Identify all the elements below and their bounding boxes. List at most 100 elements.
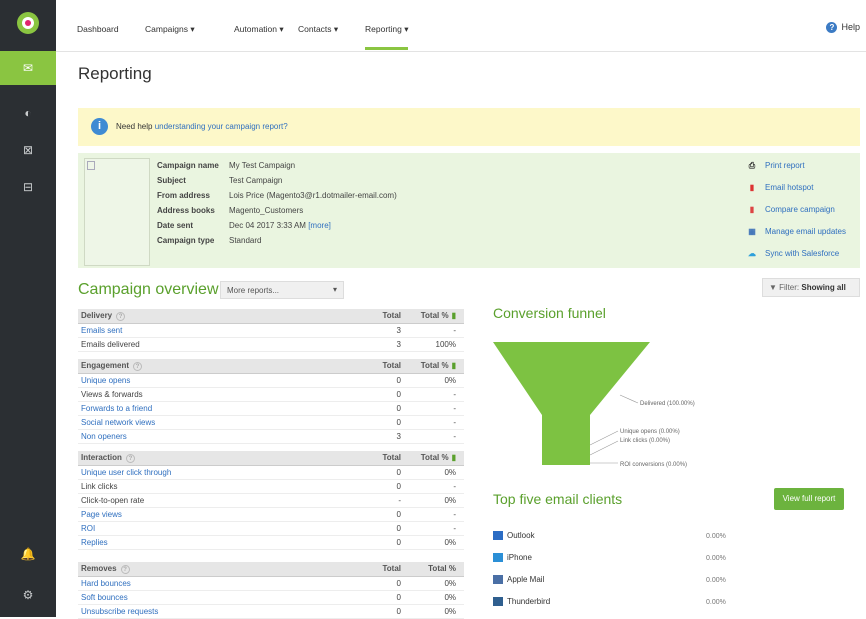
row-total: 0 [354,373,404,388]
campaign-thumbnail [84,158,150,266]
row-percent: 0% [404,576,464,591]
field-value: My Test Campaign [229,161,296,170]
row-label[interactable]: Emails sent [81,326,122,335]
sync-salesforce-link[interactable]: ☁ Sync with Salesforce [747,249,846,271]
column-header: Total [354,359,404,374]
nav-automation[interactable]: Automation ▾ [234,24,284,35]
client-name: Thunderbird [507,597,551,606]
field-value: Test Campaign [229,176,283,185]
calendar-icon: ▦ [748,227,756,236]
row-label: Click-to-open rate [81,495,145,505]
email-hotspot-link[interactable]: ▮ Email hotspot [747,183,846,205]
row-label[interactable]: Forwards to a friend [81,404,152,413]
row-percent: - [404,507,464,522]
nav-reporting[interactable]: Reporting ▾ [365,24,409,50]
stats-table-engagement: Engagement? Total Total % ▮ Unique opens 0 0% V… [78,359,464,444]
bar-chart-icon[interactable]: ▮ [452,453,456,462]
help-icon[interactable]: ? [116,311,126,321]
conversion-funnel-chart: Delivered (100.00%) Unique opens (0.00%)… [493,342,695,468]
row-label[interactable]: Page views [81,510,122,519]
row-total: 0 [354,590,404,605]
app-logo[interactable] [17,12,39,34]
funnel-heading: Conversion funnel [493,305,606,321]
more-link[interactable]: [more] [308,221,331,230]
row-label[interactable]: Replies [81,538,108,547]
row-label: Emails delivered [81,339,140,349]
field-value: Lois Price (Magento3@r1.dotmailer-email.… [229,191,397,200]
row-label[interactable]: Unique user click through [81,468,171,477]
row-total: 0 [354,576,404,591]
campaign-info-panel: Campaign name My Test Campaign Subject Tes… [78,153,860,268]
row-total: 0 [354,521,404,536]
row-percent: - [404,429,464,444]
stats-table-delivery: Delivery? Total Total % ▮ Emails sent 3- Email… [78,309,464,352]
table-row: Link clicks 0- [78,479,464,494]
row-label[interactable]: Unsubscribe requests [81,607,158,616]
stats-table-removes: Removes? Total Total % Hard bounces 0 0% Soft … [78,562,464,619]
field-value: Magento_Customers [229,206,304,215]
banner-link[interactable]: understanding your campaign report? [155,122,288,131]
table-row: Unsubscribe requests 0 0% [78,604,464,619]
row-percent: - [404,401,464,416]
nav-dashboard[interactable]: Dashboard [77,24,119,34]
row-total: 0 [354,465,404,480]
table-row: Unique opens 0 0% [78,373,464,388]
table-row: Soft bounces 0 0% [78,590,464,605]
row-label[interactable]: ROI [81,524,95,533]
layout-icon[interactable]: ⊠ [0,133,56,167]
client-percent: 0.00% [706,533,726,540]
campaign-actions: ⎙ Print report ▮ Email hotspot ▮ Compare ca… [747,161,846,271]
column-header: Total % ▮ [404,451,464,466]
pie-chart-icon[interactable]: ◐ [0,96,56,130]
help-icon[interactable]: ? [120,564,130,574]
more-reports-dropdown[interactable]: More reports... [220,281,344,299]
row-label[interactable]: Unique opens [81,376,130,385]
client-percent: 0.00% [706,555,726,562]
row-total: 0 [354,415,404,430]
compare-icon: ▮ [749,205,755,214]
client-name: iPhone [507,553,532,562]
row-percent: 0% [404,604,464,619]
compare-campaign-link[interactable]: ▮ Compare campaign [747,205,846,227]
manage-updates-link[interactable]: ▦ Manage email updates [747,227,846,249]
row-label[interactable]: Social network views [81,418,155,427]
action-label: Email hotspot [765,183,814,192]
row-label[interactable]: Non openers [81,432,127,441]
clients-heading: Top five email clients [493,491,623,507]
field-value: Dec 04 2017 3:33 AM [229,221,306,230]
report-icon[interactable]: ⊟ [0,170,56,204]
bell-icon[interactable]: 🔔 [0,537,56,571]
section-name: Interaction [81,452,122,462]
row-total: 3 [354,337,404,352]
user-settings-icon[interactable]: ⚙ [0,578,56,612]
iphone-icon [493,553,503,563]
help-icon[interactable]: ? [133,361,143,371]
view-full-report-button[interactable]: View full report [774,488,844,510]
table-header: Interaction? Total Total % ▮ [78,451,464,466]
bar-chart-icon[interactable]: ▮ [452,311,456,320]
column-header: Total [354,451,404,466]
nav-campaigns[interactable]: Campaigns ▾ [145,24,195,35]
help-icon[interactable]: ? [125,453,135,463]
row-percent: 0% [404,535,464,550]
nav-contacts[interactable]: Contacts ▾ [298,24,338,35]
table-row: Views & forwards 0- [78,387,464,402]
overview-heading: Campaign overview [78,281,219,298]
row-total: 3 [354,429,404,444]
email-client-item: Thunderbird [493,597,551,607]
row-total: 0 [354,387,404,402]
row-total: 0 [354,401,404,416]
column-header: Total [354,562,404,577]
row-total: 0 [354,479,404,494]
column-header: Total [354,309,404,324]
help-link[interactable]: ? Help [826,22,860,33]
field-label: Campaign type [157,236,215,245]
bar-chart-icon[interactable]: ▮ [452,361,456,370]
table-row: Forwards to a friend 0- [78,401,464,416]
outlook-icon [493,531,503,541]
print-report-link[interactable]: ⎙ Print report [747,161,846,183]
filter-button[interactable]: ▼ Filter: Showing all [762,278,860,297]
email-icon[interactable]: ✉ [0,51,56,85]
row-label[interactable]: Hard bounces [81,579,131,588]
row-label[interactable]: Soft bounces [81,593,128,602]
